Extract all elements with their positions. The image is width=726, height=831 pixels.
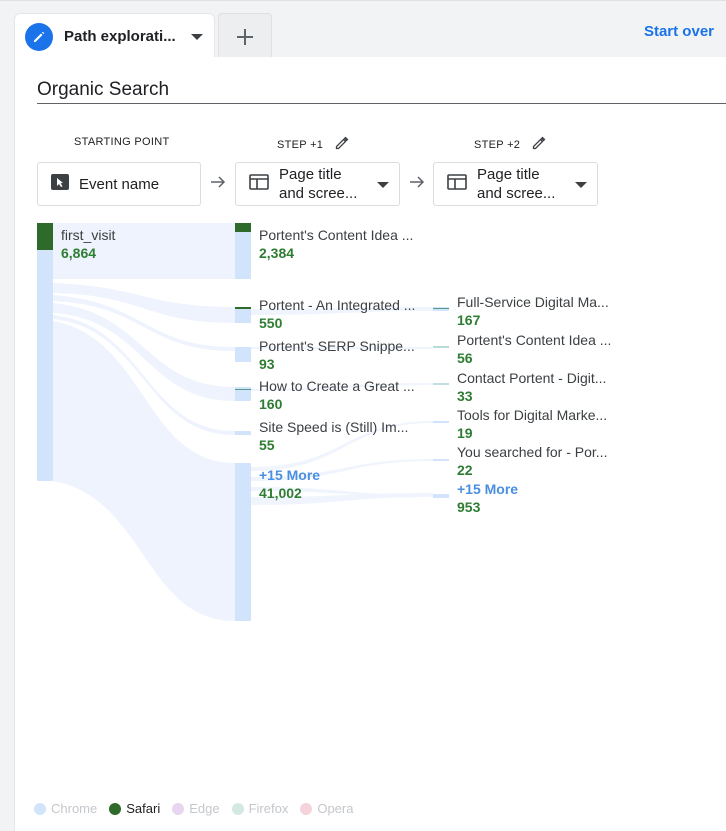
start-node-safari-segment [37,223,53,250]
start-node-value: 6,864 [61,245,97,261]
step2-node-value: 167 [457,312,481,328]
step1-more-value: 41,002 [259,485,302,501]
pencil-icon[interactable] [25,22,53,51]
start-over-link[interactable]: Start over [644,23,714,40]
step2-more-value: 953 [457,499,481,515]
step2-node-value: 33 [457,388,473,404]
start-node-label[interactable]: first_visit [61,227,115,243]
step2-node-bar[interactable] [433,383,449,385]
legend-item-safari[interactable]: Safari [109,801,160,816]
step1-node-segment [235,389,251,390]
step2-node-label[interactable]: Full-Service Digital Ma... [457,294,609,310]
browser-legend: Chrome Safari Edge Firefox Opera [34,801,365,816]
legend-item-firefox[interactable]: Firefox [231,801,289,816]
legend-item-opera[interactable]: Opera [300,801,353,816]
step2-node-value: 56 [457,350,473,366]
step1-node-label[interactable]: How to Create a Great ... [259,378,415,394]
legend-dot [34,802,46,815]
tab-label: Path explorati... [64,28,176,45]
plus-icon [237,28,253,45]
step1-node-label[interactable]: Portent's Content Idea ... [259,227,413,243]
step2-node-label[interactable]: Tools for Digital Marke... [457,407,607,423]
step1-node-bar[interactable] [235,431,251,435]
step2-node-bar[interactable] [433,346,449,348]
step2-node-bar[interactable] [433,459,449,461]
path-exploration-screen: Path explorati... Start over Organic Sea… [0,0,726,831]
legend-label: Opera [317,801,354,816]
step1-node-value: 93 [259,356,275,372]
exploration-panel: Organic Search STARTING POINT STEP +1 ST… [14,57,726,831]
legend-label: Edge [189,801,220,816]
legend-item-chrome[interactable]: Chrome [34,801,97,816]
path-flow-diagram [37,223,449,621]
step2-node-label[interactable]: Contact Portent - Digit... [457,370,606,386]
step1-node-bar[interactable] [235,307,251,323]
step2-node-segment [433,308,449,309]
legend-item-edge[interactable]: Edge [172,801,220,816]
step2-node-value: 19 [457,425,473,441]
step2-more-link[interactable]: +15 More [457,481,518,497]
step2-more-bar[interactable] [433,494,449,498]
legend-dot [300,802,313,815]
legend-dot [172,802,185,815]
add-tab-button[interactable] [218,13,272,59]
step2-node-label[interactable]: You searched for - Por... [457,444,607,460]
step1-node-safari-segment [235,223,251,232]
step1-more-link[interactable]: +15 More [259,467,320,483]
step1-node-bar[interactable] [235,347,251,362]
step1-node-label[interactable]: Portent's SERP Snippe... [259,338,415,354]
step2-node-value: 22 [457,462,473,478]
step2-node-label[interactable]: Portent's Content Idea ... [457,332,611,348]
tab-bar: Path explorati... Start over [0,0,726,59]
legend-label: Firefox [248,801,289,816]
legend-label: Chrome [51,801,98,816]
step1-node-value: 55 [259,437,275,453]
step1-node-label[interactable]: Site Speed is (Still) Im... [259,419,408,435]
step1-more-bar[interactable] [235,463,251,621]
step1-node-safari-segment [235,307,251,309]
step1-node-value: 2,384 [259,245,295,261]
start-node-bar[interactable] [37,223,53,481]
legend-dot [231,802,244,815]
flow-link [53,321,235,621]
tab-path-exploration[interactable]: Path explorati... [14,13,215,59]
step1-node-value: 160 [259,396,283,412]
chevron-down-icon[interactable] [190,33,203,40]
legend-label: Safari [126,801,161,816]
step1-node-value: 550 [259,315,283,331]
legend-dot [109,802,122,815]
step1-node-label[interactable]: Portent - An Integrated ... [259,297,415,313]
step2-node-bar[interactable] [433,421,449,423]
